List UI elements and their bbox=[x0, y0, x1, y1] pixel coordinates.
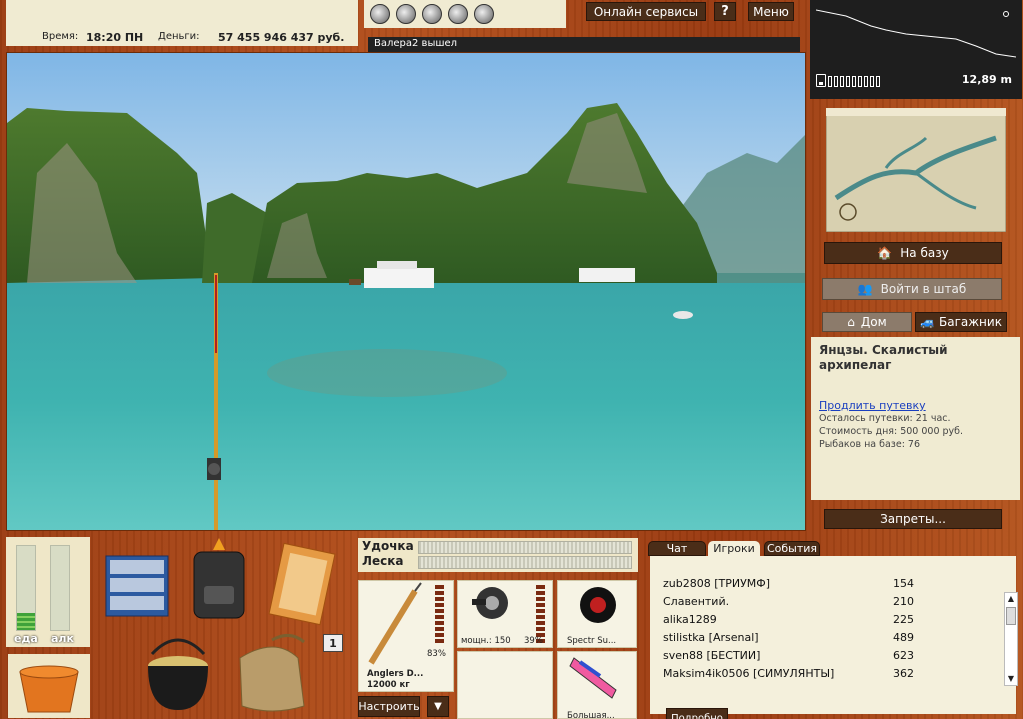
tackle-dropdown-button[interactable]: ▼ bbox=[427, 696, 449, 717]
sack-icon[interactable] bbox=[239, 634, 305, 712]
depth-value: 12,89 m bbox=[961, 73, 1012, 86]
tackle-status: Удочка Леска bbox=[358, 538, 638, 572]
backpack-icon[interactable] bbox=[193, 538, 245, 619]
line-slot[interactable]: Spectr Su... bbox=[557, 580, 637, 648]
empty-slot[interactable] bbox=[457, 651, 553, 719]
car-icon: 🚙 bbox=[920, 315, 935, 329]
line-name: Spectr Su... bbox=[567, 636, 617, 646]
rod-capacity: 12000 кг bbox=[367, 680, 410, 690]
reels-bar bbox=[364, 0, 566, 28]
bucket-slot[interactable] bbox=[8, 654, 90, 718]
reel-icon[interactable] bbox=[422, 4, 442, 24]
scroll-down-icon[interactable]: ▼ bbox=[1005, 673, 1017, 685]
rod-strain-bar bbox=[418, 541, 632, 554]
rod-wear-bar bbox=[435, 585, 444, 643]
depth-profile bbox=[816, 9, 1016, 58]
reel-icon[interactable] bbox=[370, 4, 390, 24]
enter-hq-button[interactable]: 👥 Войти в штаб bbox=[822, 278, 1002, 300]
notice-bar: Валера2 вышел bbox=[368, 37, 800, 52]
fishing-scene[interactable] bbox=[6, 52, 806, 531]
player-row[interactable]: Славентий. 210 bbox=[663, 595, 993, 608]
line-label: Леска bbox=[362, 554, 404, 568]
reel-icon[interactable] bbox=[448, 4, 468, 24]
rod-slot[interactable]: 83% Anglers D... 12000 кг bbox=[358, 580, 454, 692]
lure-name: Большая... bbox=[567, 711, 615, 719]
trip-remaining: Осталось путевки: 21 час. bbox=[819, 413, 951, 424]
lure-icon bbox=[569, 657, 617, 699]
time-value: 18:20 ПН bbox=[86, 31, 144, 44]
chat-area: Чат Игроки События zub2808 [ТРИУМФ] 154 С… bbox=[644, 538, 1021, 719]
tab-events[interactable]: События bbox=[764, 541, 820, 556]
to-base-button[interactable]: 🏠 На базу bbox=[824, 242, 1002, 264]
rod-name: Anglers D... bbox=[367, 669, 424, 679]
needs-meters: еда алк bbox=[6, 537, 90, 647]
scroll-up-icon[interactable]: ▲ bbox=[1005, 593, 1017, 605]
players-list: zub2808 [ТРИУМФ] 154 Славентий. 210 alika1… bbox=[650, 556, 1018, 719]
reel-percent: 39% bbox=[524, 636, 543, 646]
location-name: Янцзы. Скалистый архипелаг bbox=[819, 343, 948, 372]
player-row[interactable]: zub2808 [ТРИУМФ] 154 bbox=[663, 577, 993, 590]
scene-view[interactable] bbox=[7, 53, 806, 531]
player-row[interactable]: alika1289 225 bbox=[663, 613, 993, 626]
reel-power: мощн.: 150 bbox=[461, 636, 511, 646]
online-services-button[interactable]: Онлайн сервисы bbox=[586, 2, 706, 21]
tackle-box-icon[interactable] bbox=[105, 555, 169, 617]
day-cost: Стоимость дня: 500 000 руб. bbox=[819, 426, 964, 437]
alcohol-meter bbox=[50, 545, 70, 631]
reel-icon[interactable] bbox=[396, 4, 416, 24]
help-button[interactable]: ? bbox=[714, 2, 736, 21]
adjust-tackle-button[interactable]: Настроить bbox=[358, 696, 420, 717]
house-icon: 🏠 bbox=[877, 246, 893, 260]
players-scrollbar[interactable]: ▲ ▼ bbox=[1004, 592, 1018, 686]
extend-trip-link[interactable]: Продлить путевку bbox=[819, 399, 1012, 412]
battery-icon bbox=[816, 74, 826, 87]
trunk-button[interactable]: 🚙 Багажник bbox=[915, 312, 1007, 332]
alcohol-label: алк bbox=[51, 632, 74, 645]
scroll-thumb[interactable] bbox=[1006, 607, 1016, 625]
depth-panel: 12,89 m bbox=[810, 0, 1022, 99]
home-icon: ⌂ bbox=[847, 315, 855, 329]
time-label: Время: bbox=[42, 31, 79, 42]
notebook-icon[interactable] bbox=[268, 542, 336, 626]
player-row[interactable]: stilistka [Arsenal] 489 bbox=[663, 631, 993, 644]
reel-icon[interactable] bbox=[474, 4, 494, 24]
line-spool-icon bbox=[580, 587, 616, 623]
details-button[interactable]: Подробно bbox=[666, 708, 728, 719]
money-label: Деньги: bbox=[158, 31, 200, 42]
money-value: 57 455 946 437 руб. bbox=[218, 31, 345, 44]
food-meter bbox=[16, 545, 36, 631]
people-icon: 👥 bbox=[857, 282, 873, 296]
location-panel: Янцзы. Скалистый архипелаг Продлить путе… bbox=[811, 337, 1020, 500]
location-map[interactable] bbox=[825, 107, 1007, 233]
inventory-items bbox=[105, 538, 336, 712]
food-label: еда bbox=[14, 632, 38, 645]
rod-percent: 83% bbox=[427, 649, 446, 659]
bucket-icon[interactable] bbox=[8, 654, 90, 718]
reel-wear-bar bbox=[536, 585, 545, 643]
anglers-count: Рыбаков на базе: 76 bbox=[819, 439, 921, 450]
rod-label: Удочка bbox=[362, 539, 414, 553]
tab-players[interactable]: Игроки bbox=[708, 541, 760, 556]
player-row[interactable]: Maksim4ik0506 [СИМУЛЯНТЫ] 362 bbox=[663, 667, 993, 681]
lure-slot[interactable]: Большая... bbox=[557, 651, 637, 719]
reel-slot[interactable]: мощн.: 150 39% bbox=[457, 580, 553, 648]
battery-indicator bbox=[816, 74, 880, 87]
line-strain-bar bbox=[418, 556, 632, 569]
reel-icon bbox=[472, 587, 508, 619]
map-image[interactable] bbox=[825, 107, 1007, 233]
tab-chat[interactable]: Чат bbox=[648, 541, 706, 556]
tackle-count-badge: 1 bbox=[323, 634, 343, 652]
food-meter-fill bbox=[17, 613, 35, 630]
player-row[interactable]: sven88 [БЕСТИИ] 623 bbox=[663, 649, 993, 662]
cooking-pot-icon[interactable] bbox=[148, 638, 208, 710]
status-panel: Время: 18:20 ПН Деньги: 57 455 946 437 р… bbox=[6, 0, 358, 46]
home-button[interactable]: ⌂ Дом bbox=[822, 312, 912, 332]
bans-button[interactable]: Запреты... bbox=[824, 509, 1002, 529]
menu-button[interactable]: Меню bbox=[748, 2, 794, 21]
